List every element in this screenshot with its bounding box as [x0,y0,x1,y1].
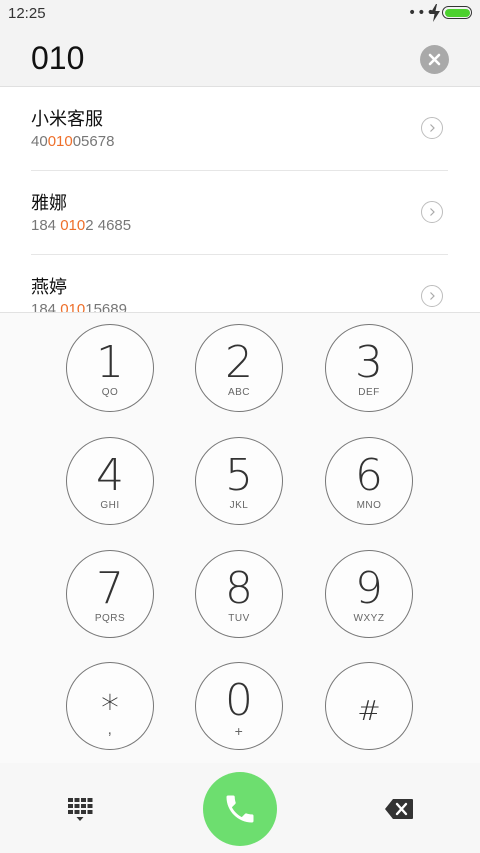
matched-digits: 010 [47,133,73,150]
key-letters: MNO [356,500,382,511]
key-letters: TUV [228,613,250,624]
key-letters: JKL [229,500,249,511]
key-digit: 3 [355,337,383,388]
key-letters: GHI [100,500,120,511]
matched-digits: 010 [60,217,86,234]
key-digit: 6 [355,450,383,501]
key-4[interactable]: 4 GHI [66,437,154,525]
key-digit: 9 [355,563,383,614]
key-2[interactable]: 2 ABC [195,324,283,412]
chevron-right-icon[interactable] [421,117,443,139]
call-button[interactable] [203,772,277,846]
key-digit: 4 [96,450,124,501]
contact-name: 雅娜 [31,193,67,214]
contact-row[interactable]: 雅娜 184 0102 4685 [0,171,480,255]
key-3[interactable]: 3 DEF [325,324,413,412]
key-letters: + [234,723,244,739]
phone-icon [226,795,254,823]
battery-icon [442,6,472,19]
key-digit: 5 [225,450,253,501]
contact-row[interactable]: 燕婷 184 01015689 [0,255,480,312]
clear-icon[interactable] [420,45,449,74]
status-bar: 12:25 ••• [0,0,480,28]
dialpad-icon[interactable] [67,797,93,823]
key-digit: 8 [225,563,253,614]
key-5[interactable]: 5 JKL [195,437,283,525]
contact-name: 小米客服 [31,109,103,130]
battery-level [444,8,470,17]
key-digit: # [357,694,381,727]
key-8[interactable]: 8 TUV [195,550,283,638]
charging-icon [430,4,440,22]
key-digit: 7 [96,563,124,614]
dialer-action-bar [0,763,480,853]
contact-name: 燕婷 [31,277,67,298]
key-star[interactable]: * , [66,662,154,750]
key-1[interactable]: 1 QO [66,324,154,412]
key-letters: WXYZ [353,613,385,624]
status-time: 12:25 [8,5,46,22]
contact-phone: 184 0102 4685 [31,217,132,234]
key-letters: PQRS [94,613,126,624]
chevron-right-icon[interactable] [421,285,443,307]
backspace-icon[interactable] [384,798,414,820]
contact-phone: 184 01015689 [31,301,127,312]
key-9[interactable]: 9 WXYZ [325,550,413,638]
chevron-right-icon[interactable] [421,201,443,223]
key-6[interactable]: 6 MNO [325,437,413,525]
key-0[interactable]: 0 + [195,662,283,750]
key-letters: ABC [227,387,251,398]
key-digit: 2 [225,337,253,388]
matched-digits: 010 [60,301,86,312]
key-letters: DEF [358,387,380,398]
dial-keypad: 1 QO 2 ABC 3 DEF 4 GHI 5 JKL 6 MNO 7 PQR… [0,313,480,763]
key-letters: QO [101,387,119,398]
key-hash[interactable]: # [325,662,413,750]
key-letters: , [107,721,113,738]
dialed-number[interactable]: 010 [31,40,84,77]
contact-phone: 4001005678 [31,133,115,150]
contact-suggestion-list: 小米客服 4001005678 雅娜 184 0102 4685 燕婷 184 … [0,87,480,312]
key-7[interactable]: 7 PQRS [66,550,154,638]
key-digit: 1 [96,337,124,388]
dial-input-bar: 010 [0,28,480,87]
key-digit: 0 [225,675,253,726]
contact-row[interactable]: 小米客服 4001005678 [0,87,480,171]
